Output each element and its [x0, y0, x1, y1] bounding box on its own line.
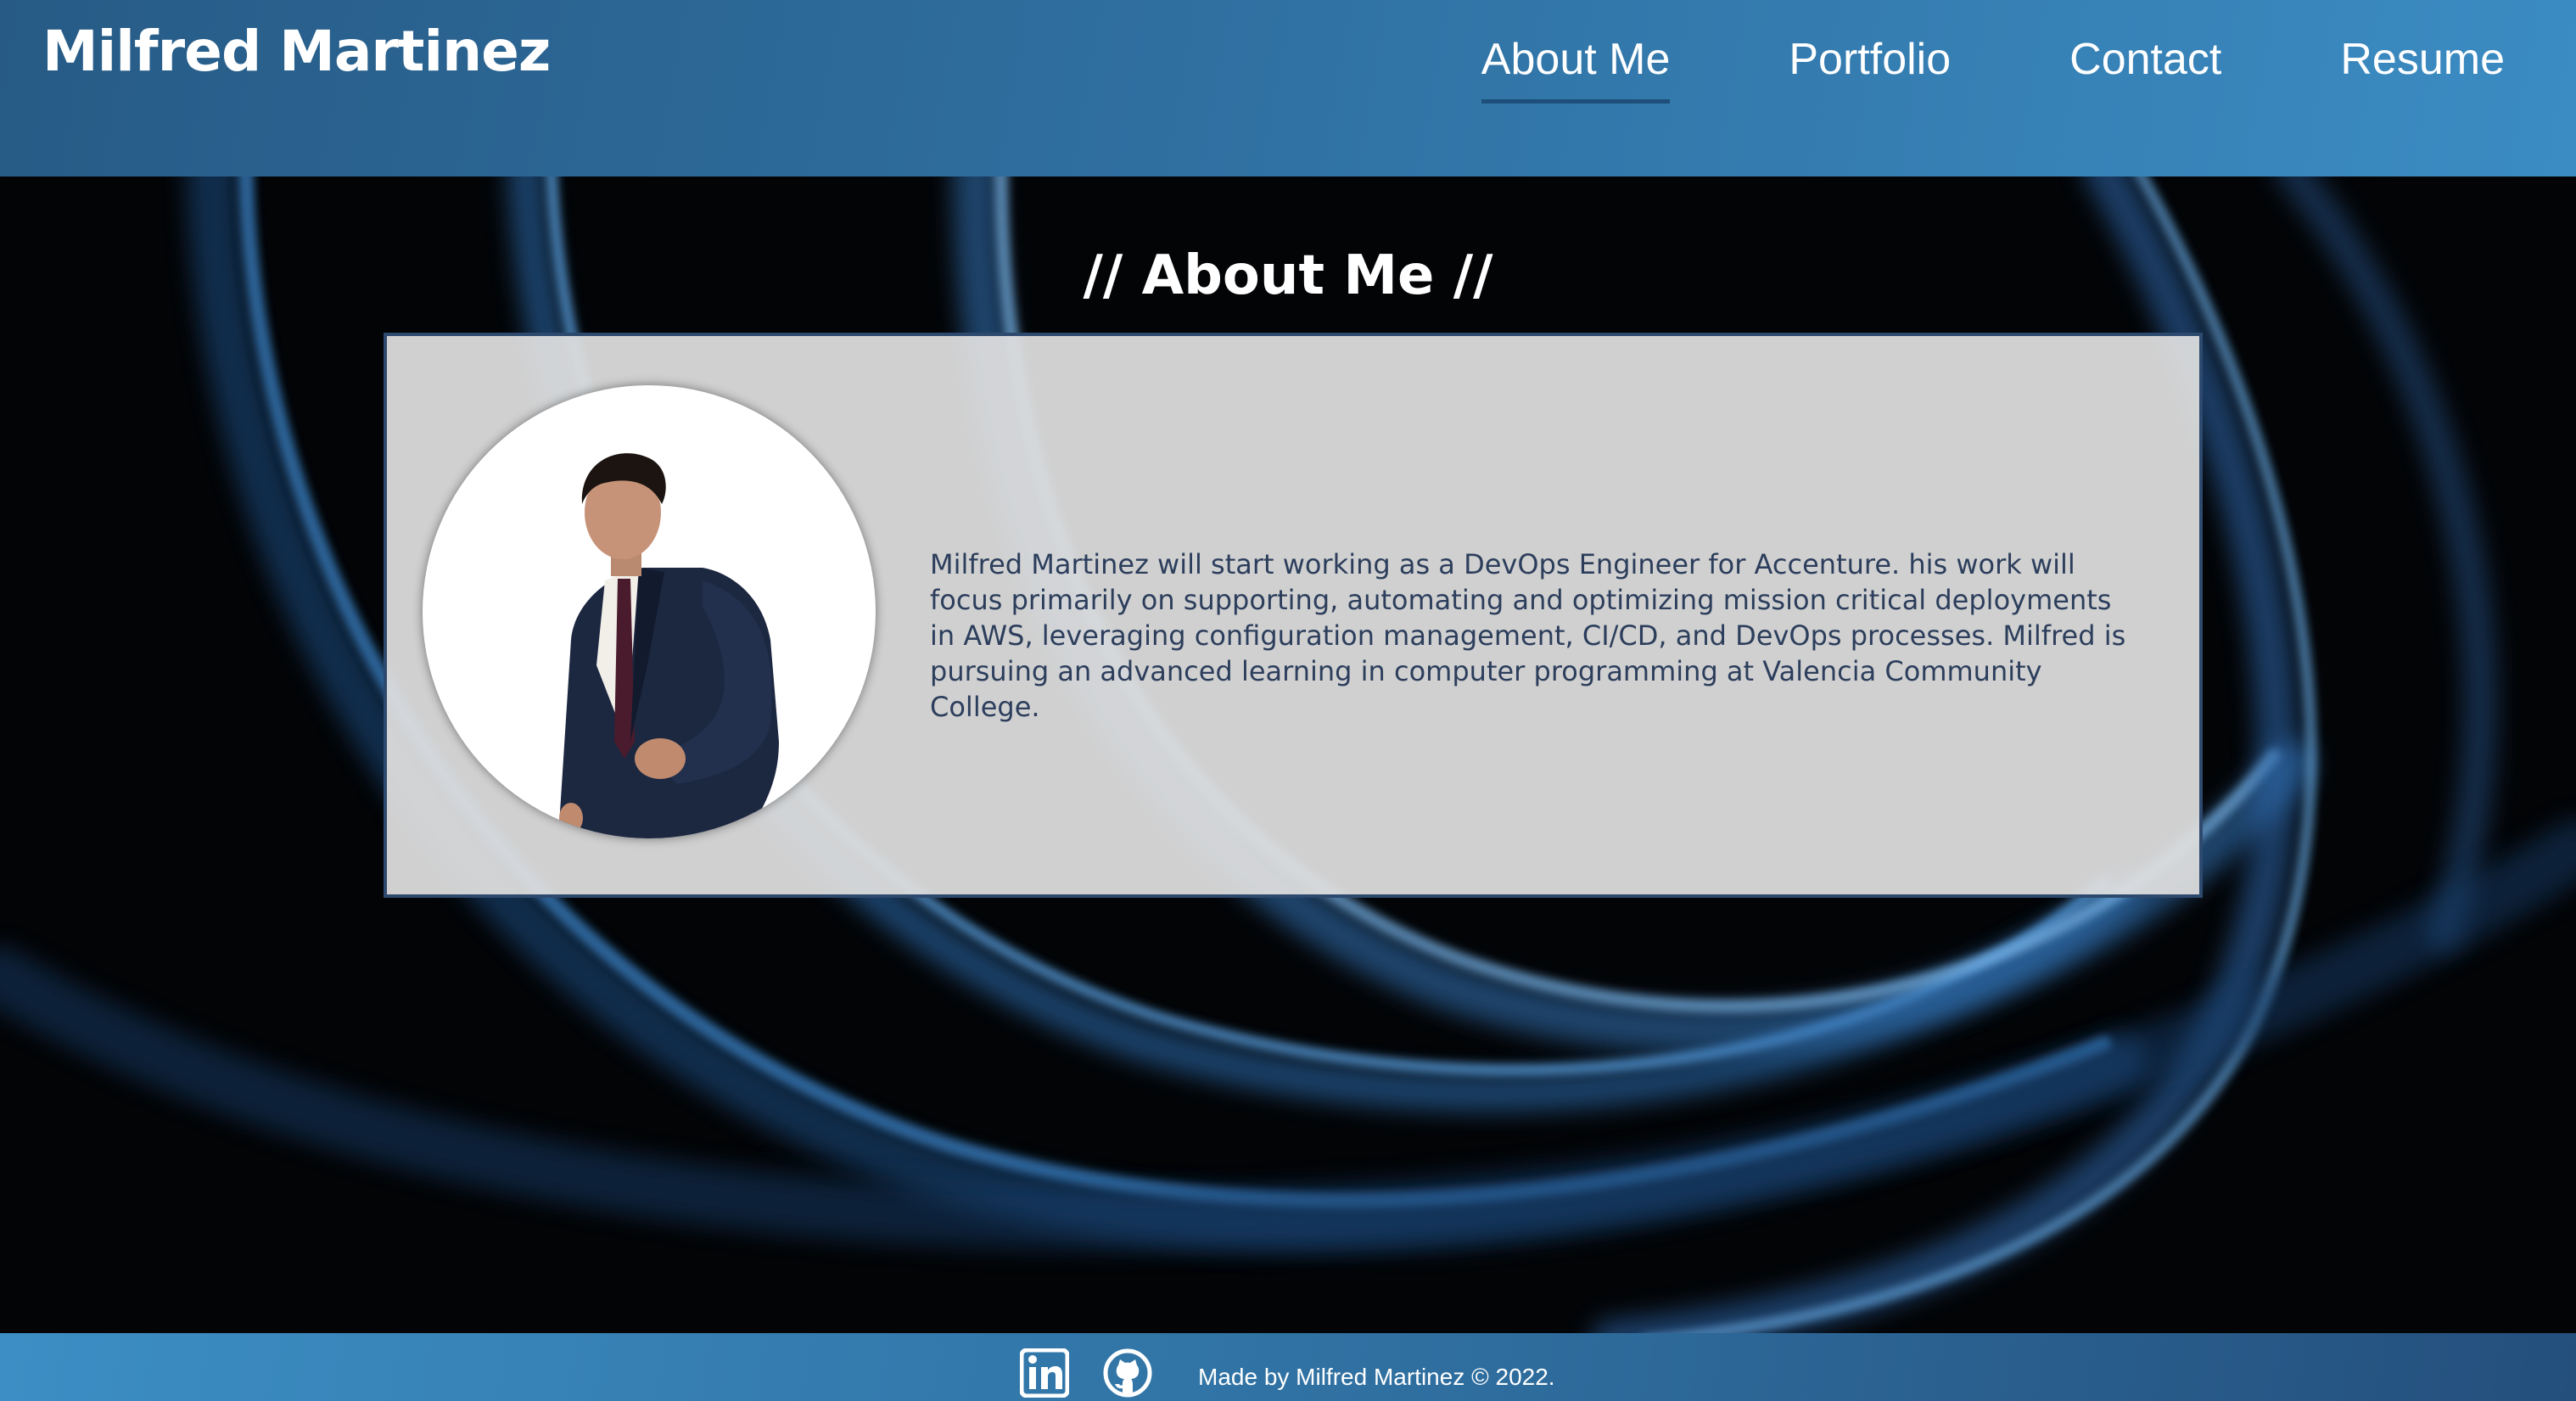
- page: Milfred Martinez About Me Portfolio Cont…: [0, 0, 2576, 1401]
- main-nav: About Me Portfolio Contact Resume: [1481, 34, 2505, 104]
- nav-about-me[interactable]: About Me: [1481, 34, 1670, 104]
- footer-credit: Made by Milfred Martinez © 2022.: [1198, 1364, 1555, 1390]
- nav-contact[interactable]: Contact: [2069, 34, 2221, 97]
- github-icon[interactable]: [1103, 1348, 1152, 1398]
- nav-resume[interactable]: Resume: [2340, 34, 2505, 97]
- bio-text: Milfred Martinez will start working as a…: [930, 548, 2126, 723]
- site-footer: Made by Milfred Martinez © 2022.: [0, 1333, 2576, 1401]
- section-title: // About Me //: [1083, 244, 1493, 307]
- about-card: Milfred Martinez will start working as a…: [384, 333, 2203, 898]
- site-header: Milfred Martinez About Me Portfolio Cont…: [0, 0, 2576, 177]
- linkedin-icon[interactable]: [1019, 1348, 1070, 1398]
- profile-photo: [423, 385, 876, 838]
- nav-portfolio[interactable]: Portfolio: [1789, 34, 1951, 97]
- site-title[interactable]: Milfred Martinez: [42, 19, 551, 84]
